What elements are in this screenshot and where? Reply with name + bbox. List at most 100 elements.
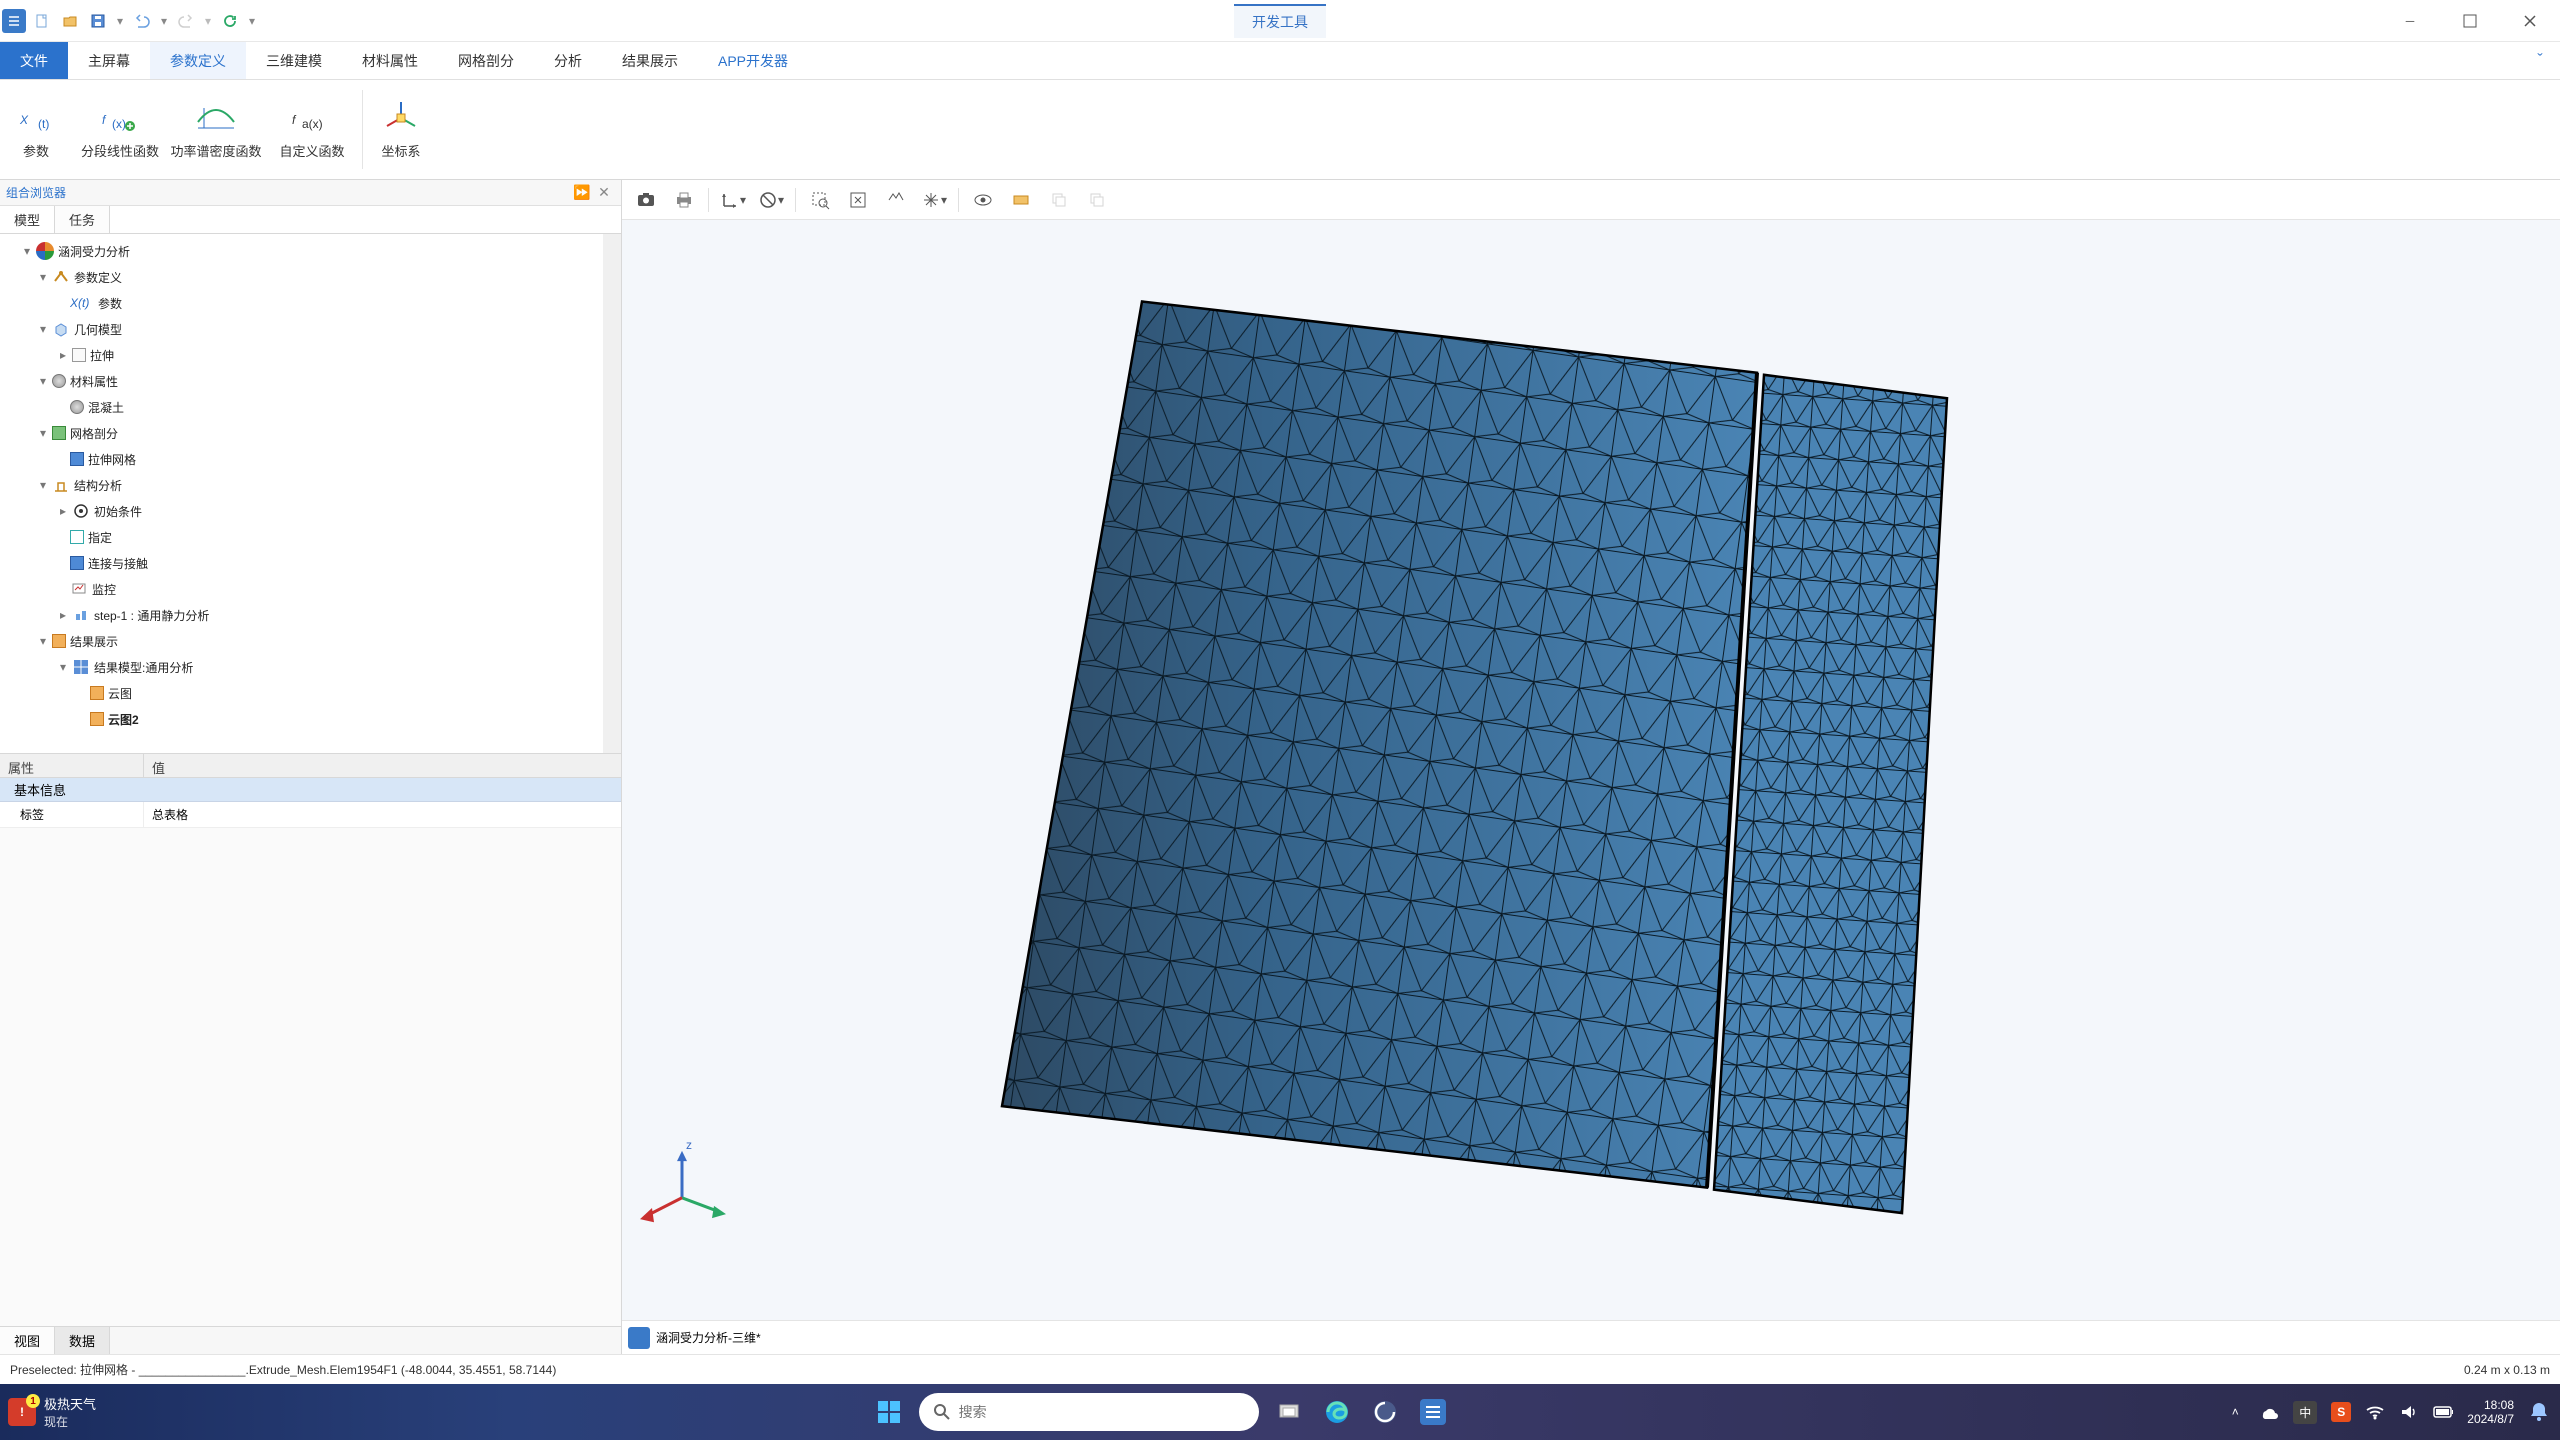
minimize-button[interactable]: ─ (2380, 0, 2440, 41)
notification-icon[interactable] (2528, 1400, 2552, 1424)
custom-fn-label: 自定义函数 (279, 141, 344, 160)
sogou-ime-icon[interactable]: S (2331, 1402, 2351, 1422)
view-direction-icon[interactable]: ▾ (918, 184, 950, 216)
hide-toggle-icon[interactable]: ▾ (755, 184, 787, 216)
tab-mesh[interactable]: 网格剖分 (438, 42, 534, 79)
props-section-basic[interactable]: 基本信息 (0, 778, 621, 802)
tree-struct[interactable]: ▾结构分析 (0, 472, 621, 498)
save-dropdown-icon[interactable]: ▾ (114, 9, 126, 33)
tab-results[interactable]: 结果展示 (602, 42, 698, 79)
panel-collapse-icon[interactable]: ⏩ (571, 184, 593, 201)
tree-concrete[interactable]: 混凝土 (0, 394, 621, 420)
document-icon (628, 1327, 650, 1349)
tree-result-model[interactable]: ▾结果模型:通用分析 (0, 654, 621, 680)
tab-model[interactable]: 模型 (0, 206, 55, 233)
tree-geom[interactable]: ▾几何模型 (0, 316, 621, 342)
weather-sub: 现在 (44, 1413, 96, 1430)
onedrive-icon[interactable] (2259, 1402, 2279, 1422)
ribbon-collapse-icon[interactable]: ˇ (2520, 42, 2560, 79)
redo-dropdown-icon[interactable]: ▾ (202, 9, 214, 33)
tab-analysis[interactable]: 分析 (534, 42, 602, 79)
tree-extrude-mesh[interactable]: 拉伸网格 (0, 446, 621, 472)
visibility-icon[interactable] (967, 184, 999, 216)
wifi-icon[interactable] (2365, 1402, 2385, 1422)
dev-tool-tab[interactable]: 开发工具 (1234, 4, 1326, 38)
refresh-dropdown-icon[interactable]: ▾ (246, 9, 258, 33)
paste-view-icon[interactable] (1081, 184, 1113, 216)
zoom-fit-icon[interactable] (842, 184, 874, 216)
tree-assign[interactable]: 指定 (0, 524, 621, 550)
param-button[interactable]: X(t) 参数 (0, 84, 72, 175)
tree-scrollbar[interactable] (603, 234, 621, 753)
tab-material[interactable]: 材料属性 (342, 42, 438, 79)
tray-chevron-icon[interactable]: ˄ (2225, 1402, 2245, 1422)
volume-icon[interactable] (2399, 1402, 2419, 1422)
tree-contact[interactable]: 连接与接触 (0, 550, 621, 576)
props-row-label[interactable]: 标签 总表格 (0, 802, 621, 828)
panel-close-icon[interactable]: ✕ (593, 184, 615, 201)
taskview-icon[interactable] (1271, 1394, 1307, 1430)
app-swirl-icon[interactable] (1367, 1394, 1403, 1430)
bottom-tab-data[interactable]: 数据 (55, 1327, 110, 1354)
tab-home[interactable]: 主屏幕 (68, 42, 150, 79)
axis-toggle-icon[interactable]: ▾ (717, 184, 749, 216)
taskbar-search[interactable] (919, 1393, 1259, 1431)
taskbar-weather[interactable]: ! 极热天气 现在 (8, 1394, 96, 1430)
open-icon[interactable] (58, 9, 82, 33)
copy-view-icon[interactable] (1043, 184, 1075, 216)
tree-contour2[interactable]: 云图2 (0, 706, 621, 732)
refresh-icon[interactable] (218, 9, 242, 33)
coord-sys-label: 坐标系 (381, 141, 420, 160)
svg-text:z: z (686, 1138, 692, 1152)
snapshot-icon[interactable] (630, 184, 662, 216)
simdroid-taskbar-icon[interactable] (1415, 1394, 1451, 1430)
taskbar-search-input[interactable] (959, 1404, 1245, 1420)
psd-button[interactable]: 功率谱密度函数 (168, 84, 264, 175)
tree-extrude[interactable]: ▸拉伸 (0, 342, 621, 368)
zoom-window-icon[interactable] (804, 184, 836, 216)
tree-root[interactable]: ▾涵洞受力分析 (0, 238, 621, 264)
document-tab[interactable]: 涵洞受力分析-三维* (656, 1329, 761, 1346)
tab-file[interactable]: 文件 (0, 42, 68, 79)
tree-param-item[interactable]: X(t)参数 (0, 290, 621, 316)
custom-fn-button[interactable]: fa(x) 自定义函数 (264, 84, 360, 175)
tree-monitor[interactable]: 监控 (0, 576, 621, 602)
tab-task[interactable]: 任务 (55, 206, 110, 233)
tree-param-def[interactable]: ▾参数定义 (0, 264, 621, 290)
tree-mesh[interactable]: ▾网格剖分 (0, 420, 621, 446)
browser-panel-title: 组合浏览器 (6, 184, 66, 201)
tree-initial[interactable]: ▸初始条件 (0, 498, 621, 524)
tree-contour[interactable]: 云图 (0, 680, 621, 706)
svg-text:f: f (292, 113, 297, 127)
highlight-icon[interactable] (1005, 184, 1037, 216)
custom-fn-icon: fa(x) (290, 99, 334, 135)
new-icon[interactable] (30, 9, 54, 33)
edge-icon[interactable] (1319, 1394, 1355, 1430)
tab-3dmodel[interactable]: 三维建模 (246, 42, 342, 79)
undo-dropdown-icon[interactable]: ▾ (158, 9, 170, 33)
close-button[interactable] (2500, 0, 2560, 41)
status-dimensions: 0.24 m x 0.13 m (2464, 1363, 2550, 1377)
zoom-selection-icon[interactable] (880, 184, 912, 216)
tree-material[interactable]: ▾材料属性 (0, 368, 621, 394)
tree-step[interactable]: ▸step-1 : 通用静力分析 (0, 602, 621, 628)
3d-viewport[interactable]: z (622, 220, 2560, 1320)
tree-results[interactable]: ▾结果展示 (0, 628, 621, 654)
start-button[interactable] (871, 1394, 907, 1430)
maximize-button[interactable] (2440, 0, 2500, 41)
ime-indicator[interactable]: 中 (2293, 1401, 2317, 1424)
taskbar-clock[interactable]: 18:08 2024/8/7 (2467, 1398, 2514, 1427)
coord-sys-button[interactable]: 坐标系 (365, 84, 437, 175)
coord-sys-icon (383, 99, 419, 135)
tab-param[interactable]: 参数定义 (150, 42, 246, 79)
undo-icon[interactable] (130, 9, 154, 33)
piecewise-button[interactable]: f(x) 分段线性函数 (72, 84, 168, 175)
print-icon[interactable] (668, 184, 700, 216)
bottom-tab-view[interactable]: 视图 (0, 1327, 55, 1354)
battery-icon[interactable] (2433, 1402, 2453, 1422)
save-icon[interactable] (86, 9, 110, 33)
tab-appdev[interactable]: APP开发器 (698, 42, 808, 79)
svg-text:f: f (102, 113, 107, 127)
redo-icon[interactable] (174, 9, 198, 33)
model-tree[interactable]: ▾涵洞受力分析 ▾参数定义 X(t)参数 ▾几何模型 ▸拉伸 ▾材料属性 混凝土… (0, 234, 621, 754)
